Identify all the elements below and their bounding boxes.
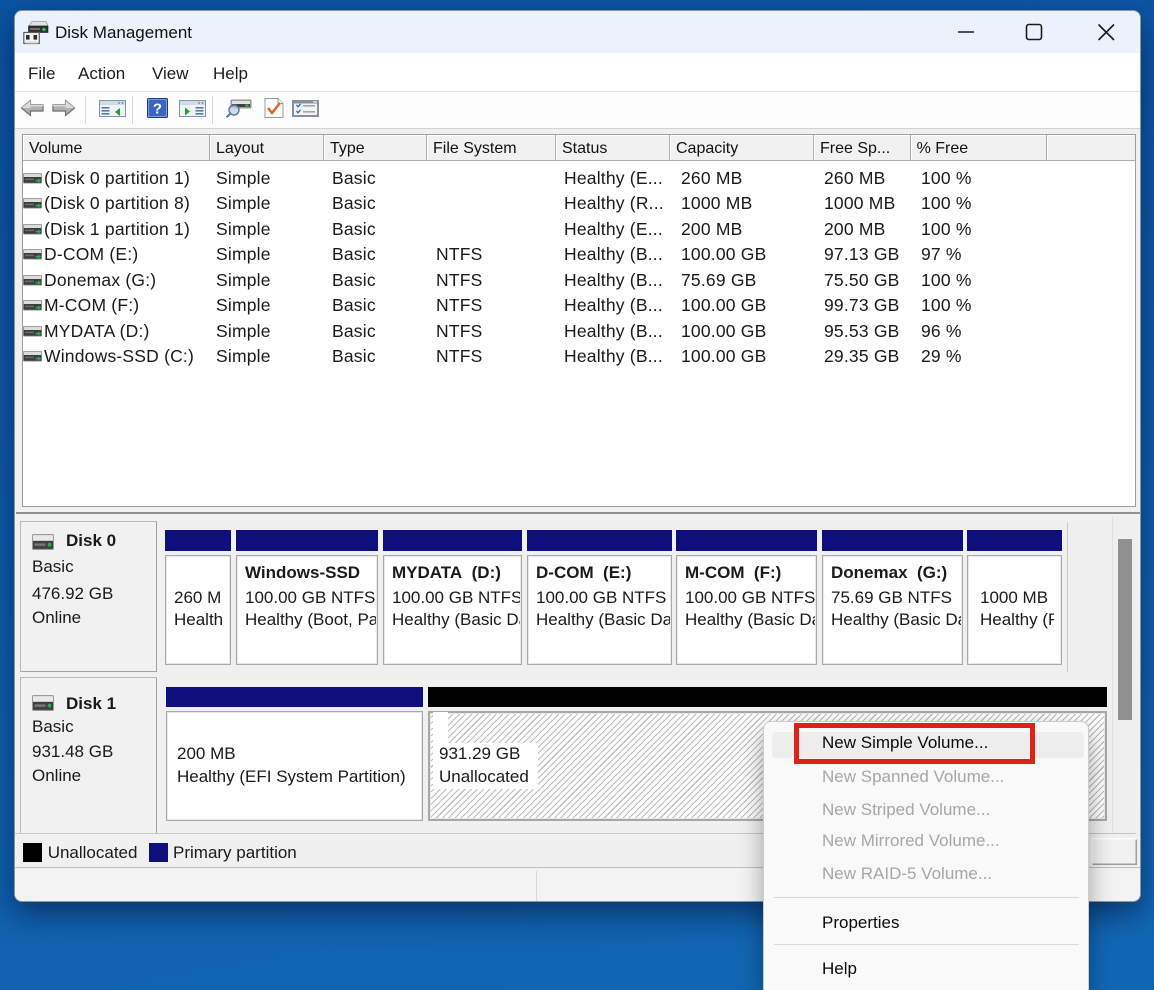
svg-text:?: ? xyxy=(153,101,162,118)
